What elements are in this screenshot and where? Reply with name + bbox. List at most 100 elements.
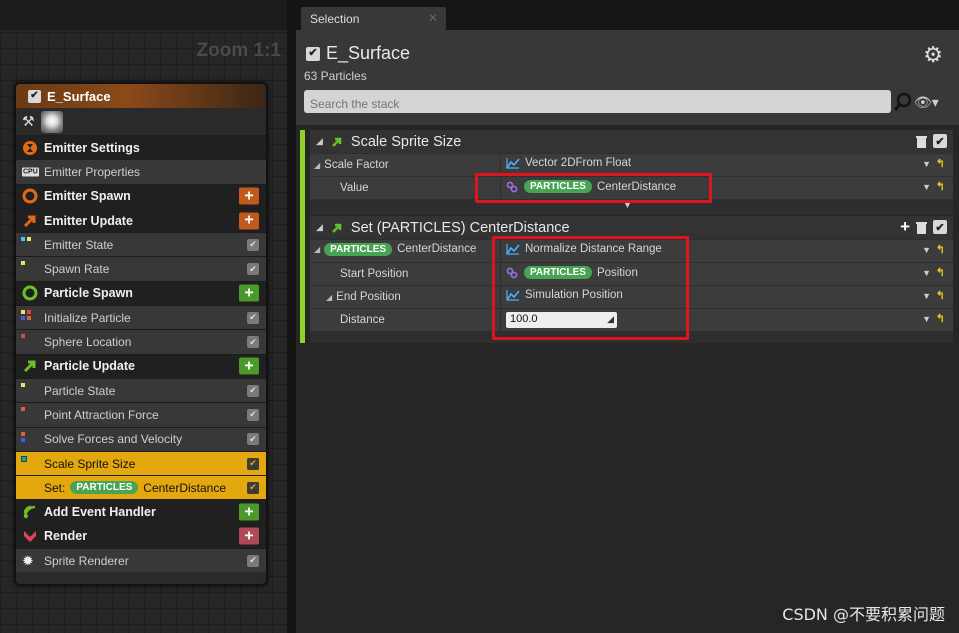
module-enabled-checkbox[interactable]: ✔	[933, 134, 947, 148]
row-spawn-rate[interactable]: Spawn Rate ✔	[16, 256, 266, 281]
row-sprite-renderer[interactable]: ✹ Sprite Renderer ✔	[16, 548, 266, 573]
row-initialize-particle[interactable]: Initialize Particle ✔	[16, 305, 266, 330]
dropdown-arrow-icon[interactable]: ▼	[922, 314, 931, 324]
emitter-node[interactable]: ✔ E_Surface ⚒ Emitter Settings CPU Emitt…	[14, 82, 268, 586]
dynamic-input-icon	[506, 158, 520, 169]
row-emitter-properties[interactable]: CPU Emitter Properties	[16, 159, 266, 184]
module-enabled-checkbox[interactable]: ✔	[247, 311, 259, 324]
row-particle-state[interactable]: Particle State ✔	[16, 377, 266, 403]
row-label: Set:	[44, 480, 66, 495]
module-enabled-checkbox[interactable]: ✔	[933, 220, 947, 234]
selection-name: E_Surface	[326, 43, 411, 63]
module-scale-sprite-size-header[interactable]: ◢ Scale Sprite Size ✔	[310, 130, 953, 153]
add-event-handler-button[interactable]: +	[239, 503, 259, 521]
reset-arrow-icon[interactable]: ↰	[936, 312, 945, 325]
module-title: Scale Sprite Size	[350, 133, 462, 150]
emitter-update-icon	[23, 215, 36, 227]
search-input[interactable]	[304, 90, 891, 113]
module-enabled-checkbox[interactable]: ✔	[247, 336, 259, 349]
module-enabled-checkbox[interactable]: ✔	[247, 433, 259, 446]
row-label: Emitter Properties	[44, 164, 141, 179]
module-enabled-checkbox[interactable]: ✔	[247, 554, 259, 567]
add-particle-update-button[interactable]: +	[239, 357, 259, 375]
module-enabled-checkbox[interactable]: ✔	[247, 481, 259, 494]
section-emitter-settings[interactable]: Emitter Settings	[16, 135, 266, 160]
module-enabled-checkbox[interactable]: ✔	[247, 384, 259, 397]
param-label: Value	[340, 182, 369, 194]
emitter-settings-icon	[23, 140, 37, 155]
dropdown-arrow-icon[interactable]: ▼	[922, 182, 931, 192]
module-enabled-checkbox[interactable]: ✔	[247, 238, 259, 251]
update-arrow-icon	[332, 223, 342, 233]
expand-arrow-icon[interactable]: ◢	[314, 161, 320, 170]
tool-icon[interactable]: ⚒	[22, 113, 35, 130]
selection-title: ✔ E_Surface	[306, 43, 410, 64]
reset-arrow-icon[interactable]: ↰	[936, 289, 945, 302]
emitter-enabled-checkbox[interactable]: ✔	[28, 89, 41, 103]
module-enabled-checkbox[interactable]: ✔	[247, 408, 259, 421]
eye-icon[interactable]: 👁▾	[914, 94, 939, 111]
row-solve-forces-velocity[interactable]: Solve Forces and Velocity ✔	[16, 426, 266, 451]
row-scale-sprite-size[interactable]: Scale Sprite Size ✔	[16, 450, 266, 476]
dropdown-arrow-icon[interactable]: ▼	[922, 159, 931, 169]
module-enabled-checkbox[interactable]: ✔	[247, 457, 259, 470]
collapse-arrow-icon[interactable]: ◢	[316, 222, 323, 233]
search-icon[interactable]	[892, 91, 914, 113]
add-renderer-button[interactable]: +	[239, 527, 259, 545]
dropdown-arrow-icon[interactable]: ▼	[922, 268, 931, 278]
row-point-attraction-force[interactable]: Point Attraction Force ✔	[16, 402, 266, 427]
row-label: Render	[44, 529, 88, 544]
graph-toolbar	[0, 0, 287, 30]
reset-arrow-icon[interactable]: ↰	[936, 266, 945, 279]
module-enabled-checkbox[interactable]: ✔	[247, 263, 259, 276]
reset-arrow-icon[interactable]: ↰	[936, 243, 945, 256]
param-value[interactable]: Vector 2DFrom Float	[525, 157, 631, 169]
add-emitter-spawn-button[interactable]: +	[239, 187, 259, 205]
callout-box	[475, 173, 712, 203]
reset-arrow-icon[interactable]: ↰	[936, 157, 945, 170]
section-render[interactable]: Render +	[16, 523, 266, 549]
gear-icon[interactable]: ⚙	[923, 42, 943, 68]
callout-box	[492, 236, 689, 340]
panel-divider[interactable]	[287, 0, 296, 633]
emitter-enabled-checkbox[interactable]: ✔	[306, 46, 320, 61]
row-emitter-state[interactable]: Emitter State ✔	[16, 232, 266, 257]
reset-arrow-icon[interactable]: ↰	[936, 180, 945, 193]
module-dots-icon	[21, 261, 33, 273]
section-emitter-spawn[interactable]: Emitter Spawn +	[16, 183, 266, 208]
section-particle-spawn[interactable]: Particle Spawn +	[16, 280, 266, 306]
material-thumbnail-icon[interactable]	[40, 110, 63, 133]
event-handler-icon	[23, 505, 36, 519]
section-particle-update[interactable]: Particle Update +	[16, 353, 266, 378]
section-add-event-handler[interactable]: Add Event Handler +	[16, 499, 266, 524]
dropdown-arrow-icon[interactable]: ▼	[922, 245, 931, 255]
cpu-icon: CPU	[22, 167, 39, 177]
close-tab-icon[interactable]: ✕	[428, 11, 438, 25]
row-label: Spawn Rate	[44, 262, 110, 277]
collapse-arrow-icon[interactable]: ◢	[316, 136, 323, 147]
add-emitter-update-button[interactable]: +	[239, 212, 259, 230]
expand-arrow-icon[interactable]: ◢	[314, 245, 320, 254]
section-emitter-update[interactable]: Emitter Update +	[16, 207, 266, 233]
row-label: Solve Forces and Velocity	[44, 432, 183, 447]
stage-accent-bar	[300, 130, 305, 343]
row-set-centerdistance[interactable]: Set: PARTICLES CenterDistance ✔	[16, 475, 266, 500]
add-parameter-icon[interactable]: +	[900, 218, 910, 235]
module-dots-icon	[21, 407, 33, 419]
expand-arrow-icon[interactable]: ◢	[326, 293, 332, 302]
add-particle-spawn-button[interactable]: +	[239, 284, 259, 302]
row-label: Sprite Renderer	[44, 553, 129, 568]
dropdown-arrow-icon[interactable]: ▼	[922, 291, 931, 301]
trash-icon[interactable]	[916, 221, 927, 234]
module-dots-icon	[21, 310, 33, 322]
param-label: Scale Factor	[324, 159, 389, 171]
row-label: Particle Spawn	[44, 286, 133, 301]
watermark: CSDN @不要积累问题	[782, 605, 945, 624]
emitter-node-title[interactable]: ✔ E_Surface	[16, 84, 266, 108]
emitter-name: E_Surface	[47, 88, 111, 104]
trash-icon[interactable]	[916, 135, 927, 148]
particle-count: 63 Particles	[304, 69, 367, 83]
tab-label: Selection	[310, 12, 360, 26]
row-sphere-location[interactable]: Sphere Location ✔	[16, 329, 266, 354]
tab-selection[interactable]: Selection ✕	[301, 7, 446, 30]
